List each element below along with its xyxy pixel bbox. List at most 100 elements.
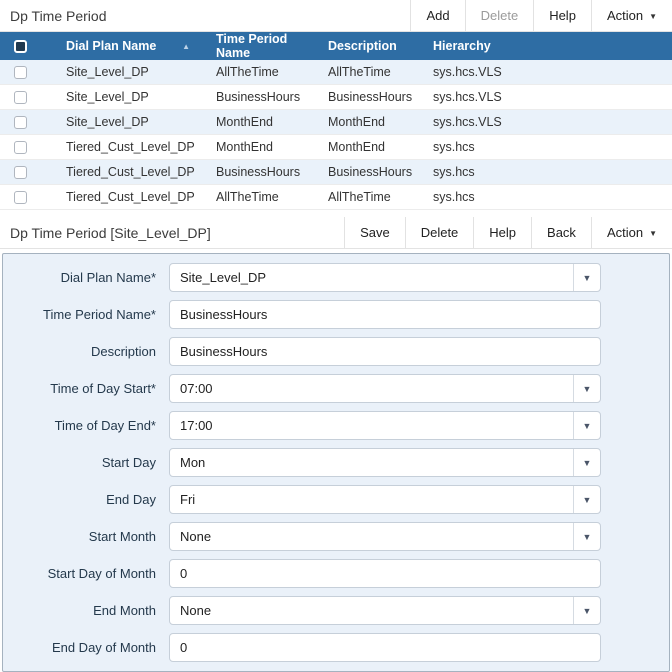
time-of-day-start-select[interactable]: 07:00▼ bbox=[169, 374, 601, 403]
cell-hierarchy: sys.hcs.VLS bbox=[423, 65, 672, 79]
detail-save-button[interactable]: Save bbox=[344, 217, 405, 248]
field-control: None▼ bbox=[169, 522, 601, 551]
dial-plan-name-select[interactable]: Site_Level_DP▼ bbox=[169, 263, 601, 292]
table-row[interactable]: Tiered_Cust_Level_DPMonthEndMonthEndsys.… bbox=[0, 135, 672, 160]
cell-hierarchy: sys.hcs bbox=[423, 140, 672, 154]
cell-description: BusinessHours bbox=[318, 90, 423, 104]
menu-caret-icon: ▼ bbox=[649, 229, 657, 238]
field-control: 07:00▼ bbox=[169, 374, 601, 403]
cell-time-period: AllTheTime bbox=[206, 65, 318, 79]
dropdown-arrow-icon: ▼ bbox=[573, 597, 600, 624]
end-day-of-month-input[interactable] bbox=[169, 633, 601, 662]
field-label: Start Day bbox=[3, 455, 156, 470]
row-checkbox-cell bbox=[0, 66, 56, 79]
cell-description: AllTheTime bbox=[318, 65, 423, 79]
dropdown-arrow-icon: ▼ bbox=[573, 449, 600, 476]
detail-form-panel: Dial Plan Name*Site_Level_DP▼Time Period… bbox=[2, 253, 670, 672]
detail-page-title: Dp Time Period [Site_Level_DP] bbox=[0, 217, 344, 248]
column-header-dial-plan-name[interactable]: Dial Plan Name ▲ bbox=[56, 39, 206, 53]
cell-dial-plan: Tiered_Cust_Level_DP bbox=[56, 140, 206, 154]
description-input[interactable] bbox=[169, 337, 601, 366]
dropdown-arrow-icon: ▼ bbox=[573, 486, 600, 513]
field-label: Description bbox=[3, 344, 156, 359]
list-add-button[interactable]: Add bbox=[410, 0, 464, 31]
detail-action-button[interactable]: Action▼ bbox=[591, 217, 672, 248]
selected-value: 07:00 bbox=[170, 381, 573, 396]
column-header-time-period-name[interactable]: Time Period Name bbox=[206, 32, 318, 60]
list-toolbar-buttons: AddDeleteHelpAction▼ bbox=[410, 0, 672, 31]
row-checkbox-cell bbox=[0, 116, 56, 129]
select-all-checkbox[interactable] bbox=[14, 40, 27, 53]
field-control: Fri▼ bbox=[169, 485, 601, 514]
row-checkbox[interactable] bbox=[14, 116, 27, 129]
field-label: Start Month bbox=[3, 529, 156, 544]
detail-delete-button[interactable]: Delete bbox=[405, 217, 474, 248]
field-row-end-day: End DayFri▼ bbox=[3, 481, 669, 518]
select-all-cell bbox=[0, 40, 56, 53]
selected-value: None bbox=[170, 529, 573, 544]
cell-description: MonthEnd bbox=[318, 115, 423, 129]
field-label: Time of Day End* bbox=[3, 418, 156, 433]
field-row-end-month: End Month None▼ bbox=[3, 592, 669, 629]
field-row-start-day: Start Day Mon▼ bbox=[3, 444, 669, 481]
dropdown-arrow-icon: ▼ bbox=[573, 523, 600, 550]
field-control: Site_Level_DP▼ bbox=[169, 263, 601, 292]
detail-toolbar-buttons: SaveDeleteHelpBackAction▼ bbox=[344, 217, 672, 248]
cell-time-period: AllTheTime bbox=[206, 190, 318, 204]
column-header-description[interactable]: Description bbox=[318, 39, 423, 53]
start-month-select[interactable]: None▼ bbox=[169, 522, 601, 551]
cell-time-period: MonthEnd bbox=[206, 115, 318, 129]
time-period-name-input[interactable] bbox=[169, 300, 601, 329]
column-header-hierarchy[interactable]: Hierarchy bbox=[423, 39, 672, 53]
start-day-select[interactable]: Mon▼ bbox=[169, 448, 601, 477]
list-action-button[interactable]: Action▼ bbox=[591, 0, 672, 31]
selected-value: Mon bbox=[170, 455, 573, 470]
end-month-select[interactable]: None▼ bbox=[169, 596, 601, 625]
menu-caret-icon: ▼ bbox=[649, 12, 657, 21]
table-row[interactable]: Tiered_Cust_Level_DPAllTheTimeAllTheTime… bbox=[0, 185, 672, 210]
detail-back-button[interactable]: Back bbox=[531, 217, 591, 248]
field-control: Mon▼ bbox=[169, 448, 601, 477]
cell-dial-plan: Tiered_Cust_Level_DP bbox=[56, 190, 206, 204]
cell-hierarchy: sys.hcs bbox=[423, 165, 672, 179]
table-row[interactable]: Tiered_Cust_Level_DPBusinessHoursBusines… bbox=[0, 160, 672, 185]
row-checkbox-cell bbox=[0, 141, 56, 154]
row-checkbox[interactable] bbox=[14, 91, 27, 104]
time-of-day-end-select[interactable]: 17:00▼ bbox=[169, 411, 601, 440]
row-checkbox[interactable] bbox=[14, 141, 27, 154]
cell-dial-plan: Tiered_Cust_Level_DP bbox=[56, 165, 206, 179]
selected-value: None bbox=[170, 603, 573, 618]
sort-asc-icon: ▲ bbox=[182, 42, 190, 51]
field-row-description: Description bbox=[3, 333, 669, 370]
list-toolbar: Dp Time Period AddDeleteHelpAction▼ bbox=[0, 0, 672, 32]
cell-time-period: MonthEnd bbox=[206, 140, 318, 154]
start-day-of-month-input[interactable] bbox=[169, 559, 601, 588]
list-page-title: Dp Time Period bbox=[0, 0, 410, 31]
cell-dial-plan: Site_Level_DP bbox=[56, 115, 206, 129]
dropdown-arrow-icon: ▼ bbox=[573, 375, 600, 402]
field-row-time-period-name: Time Period Name* bbox=[3, 296, 669, 333]
detail-toolbar: Dp Time Period [Site_Level_DP] SaveDelet… bbox=[0, 217, 672, 249]
end-day-select[interactable]: Fri▼ bbox=[169, 485, 601, 514]
field-label: End Month bbox=[3, 603, 156, 618]
field-control bbox=[169, 633, 601, 662]
table-row[interactable]: Site_Level_DPBusinessHoursBusinessHourss… bbox=[0, 85, 672, 110]
selected-value: Site_Level_DP bbox=[170, 270, 573, 285]
table-row[interactable]: Site_Level_DPMonthEndMonthEndsys.hcs.VLS bbox=[0, 110, 672, 135]
row-checkbox[interactable] bbox=[14, 66, 27, 79]
cell-time-period: BusinessHours bbox=[206, 90, 318, 104]
field-control bbox=[169, 559, 601, 588]
table-body: Site_Level_DPAllTheTimeAllTheTimesys.hcs… bbox=[0, 60, 672, 210]
cell-hierarchy: sys.hcs bbox=[423, 190, 672, 204]
list-help-button[interactable]: Help bbox=[533, 0, 591, 31]
row-checkbox[interactable] bbox=[14, 191, 27, 204]
cell-description: AllTheTime bbox=[318, 190, 423, 204]
selected-value: Fri bbox=[170, 492, 573, 507]
cell-description: MonthEnd bbox=[318, 140, 423, 154]
field-label: Start Day of Month bbox=[3, 566, 156, 581]
cell-dial-plan: Site_Level_DP bbox=[56, 65, 206, 79]
row-checkbox[interactable] bbox=[14, 166, 27, 179]
table-row[interactable]: Site_Level_DPAllTheTimeAllTheTimesys.hcs… bbox=[0, 60, 672, 85]
detail-help-button[interactable]: Help bbox=[473, 217, 531, 248]
table-header-row: Dial Plan Name ▲ Time Period Name Descri… bbox=[0, 32, 672, 60]
